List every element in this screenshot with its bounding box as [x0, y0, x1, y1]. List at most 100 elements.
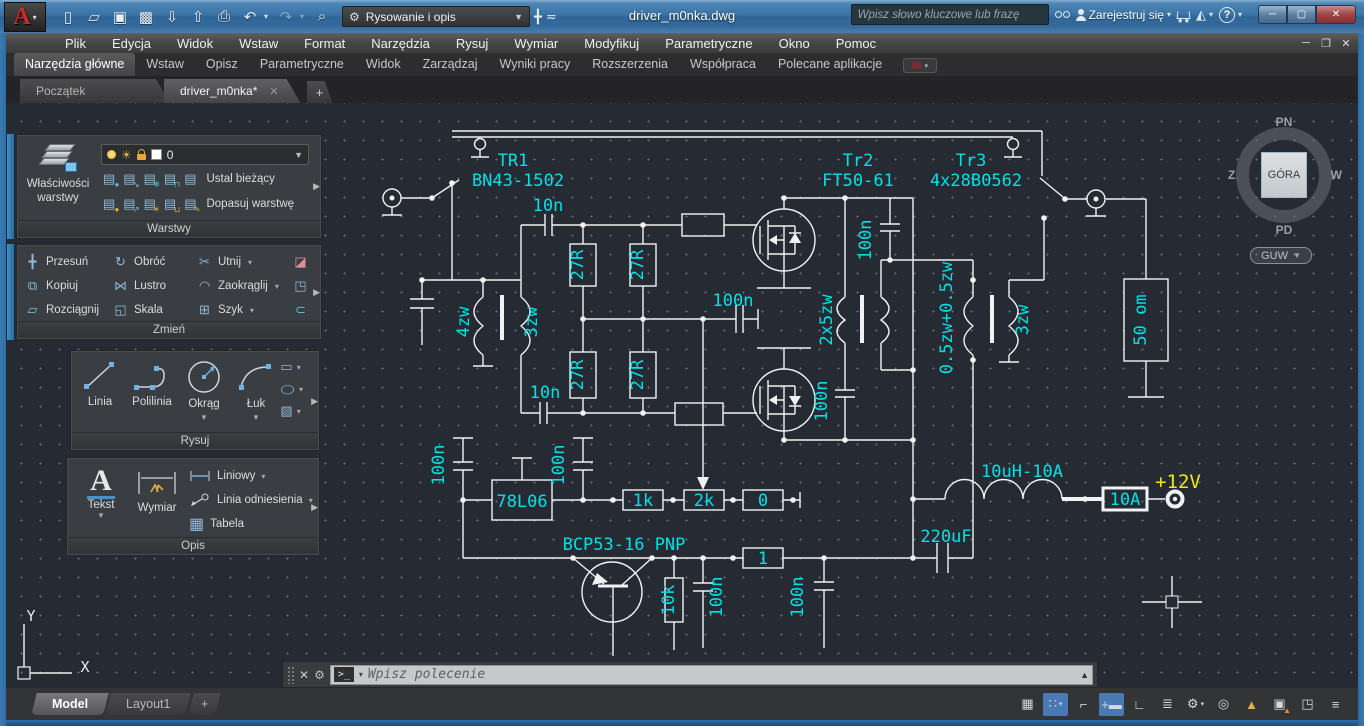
offset-button[interactable]: ⊂	[293, 302, 313, 318]
command-customize-icon[interactable]: ⚙	[314, 668, 325, 682]
explode-button[interactable]: ◳	[293, 278, 313, 294]
menu-item-11[interactable]: Pomoc	[823, 36, 889, 51]
text-button[interactable]: A Tekst ▼	[79, 466, 123, 520]
plot-icon[interactable]: ⎙	[212, 6, 236, 28]
menu-item-2[interactable]: Widok	[164, 36, 226, 51]
ribbon-tab-3[interactable]: Parametryczne	[249, 53, 355, 76]
annotation-scale-toggle[interactable]: ▲	[1239, 693, 1264, 716]
command-close-icon[interactable]: ✕	[299, 668, 309, 682]
ucs-dropdown[interactable]: GUW▼	[1250, 247, 1312, 264]
table-button[interactable]: ▦ Tabela	[189, 512, 313, 536]
arc-button[interactable]: Łuk ▼	[233, 359, 279, 422]
lineweight-toggle[interactable]: ≣	[1155, 693, 1180, 716]
viewcube-north-label[interactable]: PN	[1276, 115, 1293, 129]
line-button[interactable]: Linia	[77, 359, 123, 422]
erase-button[interactable]: ◪	[293, 254, 313, 270]
text-caret-icon[interactable]: ▼	[97, 511, 105, 520]
hatch-button[interactable]: ▨▾	[280, 403, 303, 419]
dynamic-input-toggle[interactable]: +▬	[1099, 693, 1124, 716]
graphics-performance-toggle[interactable]: ▣▲	[1267, 693, 1292, 716]
layer-unisolate-icon[interactable]: ▤↗	[123, 196, 135, 212]
command-expand-icon[interactable]: ▲	[1080, 670, 1089, 680]
open-file-icon[interactable]: ▱	[82, 6, 106, 28]
app-menu-button[interactable]: A ▾	[4, 2, 46, 32]
fillet-button[interactable]: ◠Zaokrąglij▾	[197, 278, 293, 294]
rectangle-button[interactable]: ▭▾	[280, 359, 303, 375]
viewcube-south-label[interactable]: PD	[1276, 223, 1293, 237]
ribbon-tab-2[interactable]: Opisz	[195, 53, 249, 76]
viewcube-west-label[interactable]: Z	[1228, 168, 1235, 182]
match-layer-icon[interactable]: ▤✎	[184, 196, 196, 212]
redo-icon[interactable]: ↷	[274, 6, 298, 28]
ribbon-tab-9[interactable]: Polecane aplikacje	[767, 53, 893, 76]
customization-menu-button[interactable]: ≡	[1323, 693, 1348, 716]
layer-lock-icon[interactable]: ▤⊓	[164, 171, 176, 187]
layout1-tab[interactable]: Layout1	[105, 693, 191, 715]
layer-isolate-icon[interactable]: ▤↘	[123, 171, 135, 187]
modify-panel-expand-icon[interactable]: ▶	[313, 287, 320, 298]
annotate-panel-title[interactable]: Opis	[68, 537, 318, 554]
modify-panel-title[interactable]: Zmień	[18, 321, 320, 338]
draw-panel-title[interactable]: Rysuj	[72, 432, 318, 449]
qat-more-icon[interactable]: ≂	[546, 9, 557, 25]
draw-panel-expand-icon[interactable]: ▶	[311, 396, 318, 407]
layer-properties-button[interactable]: Właściwości warstwy	[22, 142, 94, 218]
doc-restore-icon[interactable]: ❐	[1318, 37, 1334, 50]
menu-item-7[interactable]: Wymiar	[501, 36, 571, 51]
polyline-button[interactable]: Polilinia	[129, 359, 175, 422]
menu-item-10[interactable]: Okno	[766, 36, 823, 51]
command-input[interactable]: >_ ▾ Wpisz polecenie ▲	[330, 665, 1093, 685]
maximize-button[interactable]: ▢	[1287, 5, 1316, 24]
scale-button[interactable]: ◱Skala	[113, 302, 197, 318]
undo-caret-icon[interactable]: ▾	[264, 12, 272, 21]
help-search-input[interactable]: Wpisz słowo kluczowe lub frazę	[851, 4, 1049, 25]
menu-item-0[interactable]: Plik	[52, 36, 99, 51]
menu-item-1[interactable]: Edycja	[99, 36, 164, 51]
viewcube-east-label[interactable]: W	[1331, 168, 1342, 182]
layers-panel-title[interactable]: Warstwy	[18, 220, 320, 237]
match-layer-label[interactable]: Dopasuj warstwę	[206, 198, 294, 210]
palette-edge-strip[interactable]	[7, 134, 14, 239]
file-tab-add-button[interactable]: +	[307, 81, 333, 103]
minimize-button[interactable]: ─	[1258, 5, 1287, 24]
viewcube-top-face[interactable]: GÓRA	[1261, 152, 1307, 198]
menu-item-4[interactable]: Format	[291, 36, 358, 51]
ribbon-tab-6[interactable]: Wyniki pracy	[489, 53, 582, 76]
isolate-objects-toggle[interactable]: ◎	[1211, 693, 1236, 716]
layer-thaw-sun-icon[interactable]: ▤☀	[144, 196, 156, 212]
menu-item-9[interactable]: Parametryczne	[652, 36, 765, 51]
set-current-label[interactable]: Ustal bieżący	[206, 173, 274, 185]
model-tab[interactable]: Model	[31, 693, 109, 715]
file-tab-document[interactable]: driver_m0nka* ✕	[164, 79, 301, 103]
redo-caret-icon[interactable]: ▾	[300, 12, 308, 21]
clean-screen-toggle[interactable]: ◳	[1295, 693, 1320, 716]
settings-toggle[interactable]: ⚙▾	[1183, 693, 1208, 716]
dimension-button[interactable]: Wymiar	[131, 468, 183, 514]
ellipse-button[interactable]: ◯▾	[280, 381, 303, 397]
add-layout-tab[interactable]: +	[188, 693, 221, 715]
save-as-icon[interactable]: ▩	[134, 6, 158, 28]
app-store-control[interactable]	[1177, 11, 1190, 19]
annotate-panel-expand-icon[interactable]: ▶	[311, 502, 318, 513]
menu-item-6[interactable]: Rysuj	[443, 36, 502, 51]
leader-button[interactable]: Linia odniesienia▾	[189, 488, 313, 512]
palette-edge-strip[interactable]	[7, 244, 14, 340]
close-button[interactable]: ✕	[1316, 5, 1356, 24]
ribbon-tab-5[interactable]: Zarządzaj	[412, 53, 489, 76]
ribbon-tab-7[interactable]: Rozszerzenia	[581, 53, 679, 76]
circle-caret-icon[interactable]: ▼	[200, 413, 208, 422]
circle-button[interactable]: Okrąg ▼	[181, 359, 227, 422]
linear-dimension-button[interactable]: Liniowy▾	[189, 464, 313, 488]
ribbon-collapse-button[interactable]: ▾	[903, 58, 937, 73]
polar-tracking-toggle[interactable]: ⌐	[1071, 693, 1096, 716]
mirror-button[interactable]: ⋈Lustro	[113, 278, 197, 294]
ribbon-tab-1[interactable]: Wstaw	[135, 53, 195, 76]
layer-off-icon[interactable]: ▤●	[103, 171, 115, 187]
search-icon[interactable]	[1055, 11, 1070, 18]
autodesk-360-control[interactable]: ◭▾	[1196, 7, 1213, 23]
layer-select-dropdown[interactable]: ☀ 0 ▼	[101, 144, 309, 165]
ribbon-tab-4[interactable]: Widok	[355, 53, 412, 76]
move-button[interactable]: ╋Przesuń	[25, 254, 113, 270]
set-current-icon[interactable]: ▤	[184, 171, 196, 187]
undo-icon[interactable]: ↶	[238, 6, 262, 28]
